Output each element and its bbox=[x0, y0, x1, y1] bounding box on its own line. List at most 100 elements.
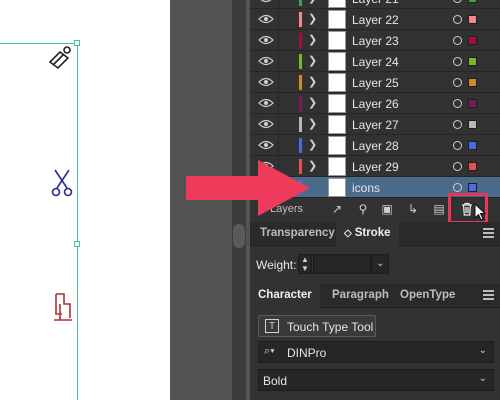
target-circle-icon[interactable] bbox=[453, 120, 462, 129]
selection-color-square[interactable] bbox=[468, 15, 477, 24]
layer-row[interactable]: ❯ Layer 25 bbox=[250, 72, 500, 93]
stroke-panel-menu-icon[interactable] bbox=[483, 228, 494, 238]
tab-transparency[interactable]: Transparency bbox=[252, 222, 343, 246]
locate-object-icon[interactable]: ⚲ bbox=[356, 202, 370, 216]
clipping-mask-icon[interactable]: ▣ bbox=[380, 202, 394, 216]
layer-name[interactable]: Layer 24 bbox=[352, 55, 399, 69]
selection-color-square[interactable] bbox=[468, 162, 477, 171]
touch-type-tool-button[interactable]: T Touch Type Tool bbox=[258, 315, 376, 337]
layer-name[interactable]: Layer 26 bbox=[352, 97, 399, 111]
layer-row[interactable]: ❯ Layer 24 bbox=[250, 51, 500, 72]
target-circle-icon[interactable] bbox=[453, 99, 462, 108]
target-circle-icon[interactable] bbox=[453, 57, 462, 66]
font-style-value: Bold bbox=[263, 374, 288, 388]
expand-chevron-icon[interactable]: ❯ bbox=[308, 0, 317, 4]
expand-chevron-icon[interactable]: ❯ bbox=[308, 117, 317, 130]
new-sublayer-icon[interactable]: ↳ bbox=[406, 202, 420, 216]
tab-opentype[interactable]: OpenType bbox=[392, 284, 463, 308]
lock-column[interactable] bbox=[278, 9, 279, 30]
weight-dropdown-button[interactable]: ⌄ bbox=[371, 254, 389, 274]
visibility-eye-icon[interactable] bbox=[258, 35, 274, 45]
lock-column[interactable] bbox=[278, 72, 279, 93]
chevron-down-icon[interactable]: ⌄ bbox=[479, 345, 487, 356]
layer-row[interactable]: ❯ Layer 26 bbox=[250, 93, 500, 114]
tab-stroke[interactable]: ◇ Stroke bbox=[336, 222, 399, 246]
lock-column[interactable] bbox=[278, 114, 279, 135]
layer-name[interactable]: Layer 27 bbox=[352, 118, 399, 132]
expand-chevron-icon[interactable]: ❯ bbox=[308, 138, 317, 151]
equipment-icon bbox=[54, 293, 72, 321]
selection-color-square[interactable] bbox=[468, 0, 477, 3]
layer-row[interactable]: ❯ Layer 21 bbox=[250, 0, 500, 9]
target-circle-icon[interactable] bbox=[453, 15, 462, 24]
layer-name[interactable]: Layer 23 bbox=[352, 34, 399, 48]
expand-chevron-icon[interactable]: ❯ bbox=[308, 96, 317, 109]
target-circle-icon[interactable] bbox=[453, 162, 462, 171]
expand-chevron-icon[interactable]: ❯ bbox=[308, 33, 317, 46]
weight-input[interactable] bbox=[313, 254, 371, 274]
layer-name[interactable]: Layer 21 bbox=[352, 0, 399, 6]
weight-stepper[interactable]: ▲ ▼ bbox=[298, 254, 312, 274]
visibility-eye-icon[interactable] bbox=[258, 140, 274, 150]
visibility-eye-icon[interactable] bbox=[258, 0, 274, 3]
selection-color-square[interactable] bbox=[468, 78, 477, 87]
layer-name[interactable]: Layer 22 bbox=[352, 13, 399, 27]
layer-thumbnail bbox=[328, 115, 346, 134]
weight-label: Weight: bbox=[256, 258, 297, 272]
chevron-down-icon: ⌄ bbox=[376, 258, 385, 269]
layer-thumbnail bbox=[328, 0, 346, 8]
pointer-arrow-annotation bbox=[186, 160, 310, 216]
collect-export-icon[interactable]: ↗ bbox=[330, 202, 344, 216]
layer-name[interactable]: Layer 25 bbox=[352, 76, 399, 90]
target-circle-icon[interactable] bbox=[453, 0, 462, 3]
expand-chevron-icon[interactable]: ❯ bbox=[308, 54, 317, 67]
font-style-field[interactable]: Bold ⌄ bbox=[258, 369, 494, 391]
layer-row[interactable]: ❯ Layer 23 bbox=[250, 30, 500, 51]
layer-thumbnail bbox=[328, 52, 346, 71]
lock-column[interactable] bbox=[278, 0, 279, 9]
lock-column[interactable] bbox=[278, 135, 279, 156]
visibility-eye-icon[interactable] bbox=[258, 56, 274, 66]
lock-column[interactable] bbox=[278, 93, 279, 114]
visibility-eye-icon[interactable] bbox=[258, 14, 274, 24]
selection-handle-mid-right[interactable] bbox=[74, 241, 80, 247]
layer-name[interactable]: Layer 28 bbox=[352, 139, 399, 153]
chevron-down-icon[interactable]: ⌄ bbox=[479, 373, 487, 384]
layer-row[interactable]: ❯ Layer 27 bbox=[250, 114, 500, 135]
layer-thumbnail bbox=[328, 178, 346, 197]
layer-name[interactable]: icons bbox=[352, 181, 380, 195]
font-family-value: DINPro bbox=[287, 346, 327, 360]
target-circle-icon[interactable] bbox=[453, 36, 462, 45]
font-family-field[interactable]: ⌕▾ DINPro ⌄ bbox=[258, 341, 494, 363]
selection-color-square[interactable] bbox=[468, 99, 477, 108]
panel-scroll-thumb[interactable] bbox=[233, 224, 245, 248]
selection-color-square[interactable] bbox=[468, 36, 477, 45]
layer-name[interactable]: Layer 29 bbox=[352, 160, 399, 174]
tab-character-label: Character bbox=[258, 289, 312, 301]
expand-chevron-icon[interactable]: ❯ bbox=[308, 75, 317, 88]
expand-chevron-icon[interactable]: ❯ bbox=[308, 12, 317, 25]
selection-color-square[interactable] bbox=[468, 120, 477, 129]
artboard-canvas[interactable] bbox=[0, 0, 170, 400]
layer-thumbnail bbox=[328, 31, 346, 50]
selection-color-square[interactable] bbox=[468, 183, 477, 192]
visibility-eye-icon[interactable] bbox=[258, 77, 274, 87]
new-layer-icon[interactable]: ▤ bbox=[432, 202, 446, 216]
target-circle-icon[interactable] bbox=[453, 141, 462, 150]
visibility-eye-icon[interactable] bbox=[258, 98, 274, 108]
lock-column[interactable] bbox=[278, 30, 279, 51]
layer-row[interactable]: ❯ Layer 22 bbox=[250, 9, 500, 30]
tab-character[interactable]: Character bbox=[250, 284, 320, 308]
selection-color-square[interactable] bbox=[468, 57, 477, 66]
character-panel-menu-icon[interactable] bbox=[483, 290, 494, 300]
visibility-eye-icon[interactable] bbox=[258, 119, 274, 129]
layer-thumbnail bbox=[328, 157, 346, 176]
lock-column[interactable] bbox=[278, 51, 279, 72]
target-circle-icon[interactable] bbox=[453, 183, 462, 192]
layer-row[interactable]: ❯ Layer 28 bbox=[250, 135, 500, 156]
selection-color-square[interactable] bbox=[468, 141, 477, 150]
tab-paragraph[interactable]: Paragraph bbox=[324, 284, 397, 308]
target-circle-icon[interactable] bbox=[453, 78, 462, 87]
layer-thumbnail bbox=[328, 73, 346, 92]
layer-color-bar bbox=[299, 117, 302, 132]
